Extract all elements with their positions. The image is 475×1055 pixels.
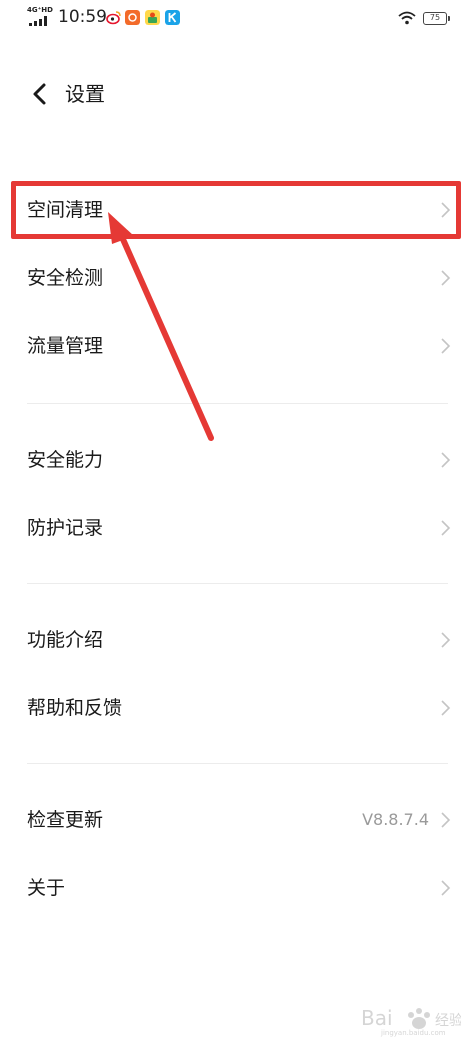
header: 设置 [0,70,475,118]
data-usage-item[interactable]: 流量管理 [0,312,475,380]
wifi-icon [398,11,416,25]
chevron-right-icon [441,632,451,648]
row-label: 关于 [27,877,66,899]
security-capability-item[interactable]: 安全能力 [0,426,475,494]
row-label: 流量管理 [27,335,104,357]
page-title: 设置 [65,82,105,106]
about-item[interactable]: 关于 [0,854,475,922]
chevron-right-icon [441,338,451,354]
security-check-item[interactable]: 安全检测 [0,244,475,312]
orange-app-icon [125,10,140,25]
row-label: 检查更新 [27,809,104,831]
status-bar: 4G⁺HD 10:59 75 [0,0,475,38]
battery-level: 75 [429,13,441,22]
svg-text:jingyan.baidu.com: jingyan.baidu.com [380,1029,446,1037]
baidu-watermark-logo: Bai 经验 jingyan.baidu.com [361,1006,461,1037]
battery-icon: 75 [423,12,450,25]
chevron-right-icon [441,270,451,286]
svg-text:经验: 经验 [435,1013,461,1029]
status-time: 10:59 [58,7,107,27]
row-label: 功能介绍 [27,629,104,651]
feature-intro-item[interactable]: 功能介绍 [0,606,475,674]
chevron-right-icon [441,452,451,468]
check-update-item[interactable]: 检查更新 V8.8.7.4 [0,786,475,854]
weibo-app-icon [106,11,121,25]
settings-group-3: 功能介绍 帮助和反馈 [0,606,475,742]
row-label: 帮助和反馈 [27,697,123,719]
annotation-highlight-box [11,181,461,239]
blue-k-app-icon [165,10,180,25]
signal-icon [29,16,47,26]
row-label: 安全检测 [27,267,104,289]
version-value: V8.8.7.4 [362,810,429,829]
yellow-app-icon [145,10,160,25]
settings-group-2: 安全能力 防护记录 [0,426,475,562]
network-type: 4G⁺HD [27,6,53,14]
chevron-left-icon[interactable] [26,80,54,108]
svg-text:Bai: Bai [361,1006,393,1030]
settings-group-4: 检查更新 V8.8.7.4 关于 [0,786,475,922]
divider [27,403,448,404]
protection-log-item[interactable]: 防护记录 [0,494,475,562]
chevron-right-icon [441,812,451,828]
chevron-right-icon [441,520,451,536]
help-feedback-item[interactable]: 帮助和反馈 [0,674,475,742]
divider [27,583,448,584]
chevron-right-icon [441,880,451,896]
chevron-right-icon [441,700,451,716]
row-label: 防护记录 [27,517,104,539]
row-label: 安全能力 [27,449,104,471]
divider [27,763,448,764]
